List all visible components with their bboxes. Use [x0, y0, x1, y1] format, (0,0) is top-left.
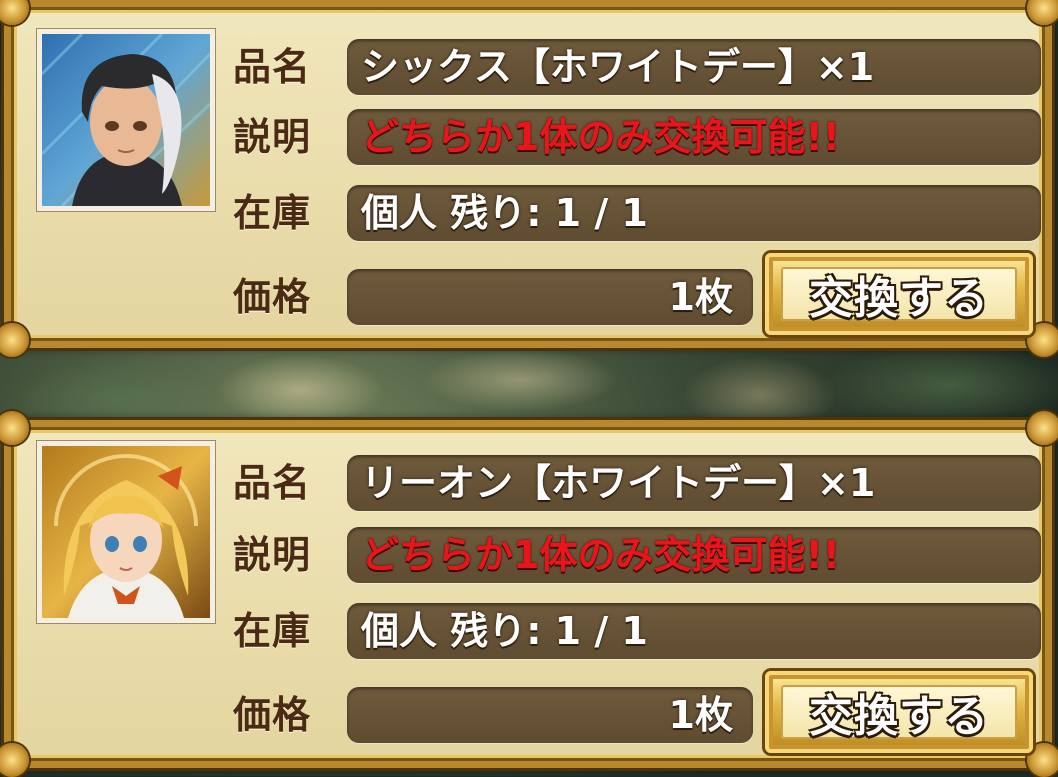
frame-ornament [0, 0, 29, 25]
description-value: どちらか1体のみ交換可能!! [347, 109, 1041, 165]
item-name-label: 品名 [233, 461, 312, 505]
stock-value: 個人 残り: 1 / 1 [347, 603, 1041, 659]
exchange-button-label: 交換する [809, 273, 989, 324]
frame-ornament [1027, 411, 1058, 445]
frame-ornament [0, 743, 29, 777]
exchange-item-card: 品名 リーオン【ホワイトデー】×1 説明 どちらか1体のみ交換可能!! 在庫 個… [0, 411, 1058, 777]
item-name-label: 品名 [233, 45, 312, 89]
description-label: 説明 [233, 115, 312, 159]
stock-label: 在庫 [233, 191, 312, 235]
blonde-girl-portrait-icon [42, 446, 210, 618]
price-value: 1枚 [347, 269, 753, 325]
item-name-value: リーオン【ホワイトデー】×1 [347, 455, 1041, 511]
stock-label: 在庫 [233, 609, 312, 653]
exchange-button[interactable]: 交換する [765, 671, 1033, 753]
frame-ornament [1027, 0, 1058, 25]
price-value: 1枚 [347, 687, 753, 743]
description-label: 説明 [233, 533, 312, 577]
item-name-value: シックス【ホワイトデー】×1 [347, 39, 1041, 95]
description-value: どちらか1体のみ交換可能!! [347, 527, 1041, 583]
exchange-item-card: 品名 シックス【ホワイトデー】×1 説明 どちらか1体のみ交換可能!! 在庫 個… [0, 0, 1058, 357]
frame-ornament [0, 411, 29, 445]
dark-haired-boy-portrait-icon [42, 34, 210, 206]
price-label: 価格 [233, 275, 312, 319]
character-portrait[interactable] [37, 29, 215, 211]
exchange-button[interactable]: 交換する [765, 253, 1033, 335]
exchange-button-face: 交換する [781, 267, 1017, 324]
stock-value: 個人 残り: 1 / 1 [347, 185, 1041, 241]
price-label: 価格 [233, 693, 312, 737]
character-portrait[interactable] [37, 441, 215, 623]
exchange-button-label: 交換する [809, 691, 989, 742]
exchange-button-face: 交換する [781, 685, 1017, 742]
